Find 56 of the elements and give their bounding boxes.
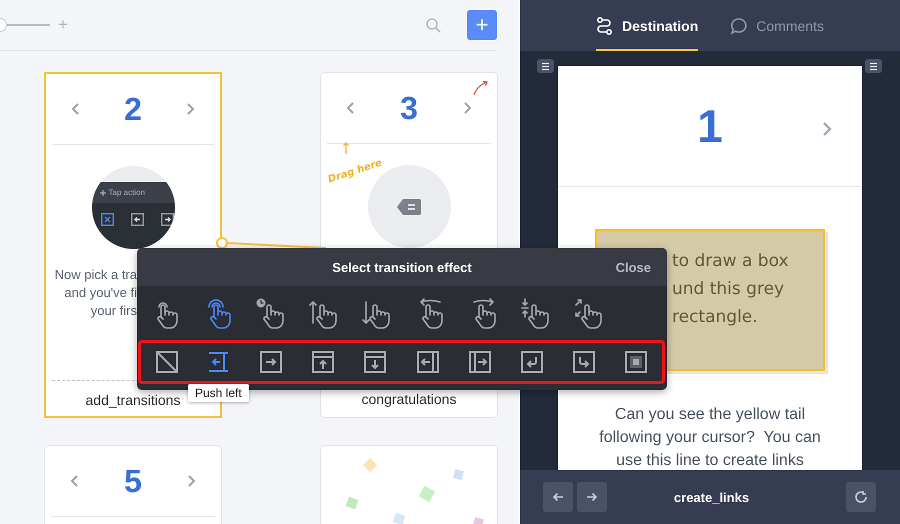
card-description-line: and you've fi	[63, 284, 137, 302]
note-text-line: rectangle.	[672, 306, 759, 329]
zoom-slider[interactable]	[0, 18, 50, 32]
next-chevron-icon[interactable]	[186, 103, 194, 115]
slide-right-icon[interactable]	[259, 350, 284, 374]
menu-icon	[868, 60, 879, 72]
plus-icon	[100, 190, 106, 196]
curved-arrow-icon	[473, 80, 489, 96]
close-link[interactable]: Close	[616, 260, 651, 275]
card-description-line: Now pick a tra	[54, 266, 137, 284]
note-text-line: to draw a box	[672, 250, 790, 273]
previous-chevron-icon[interactable]	[71, 475, 79, 487]
tag-icon	[397, 198, 421, 214]
left-arrow-square-icon	[130, 213, 144, 226]
left-arrow-icon	[552, 492, 564, 502]
slide-down-icon[interactable]	[363, 350, 388, 374]
card-description-line: your firs	[90, 302, 137, 320]
screen-number: 2	[124, 90, 142, 128]
comment-icon	[730, 16, 748, 34]
screen-card[interactable]: 5	[44, 445, 222, 524]
previous-chevron-icon[interactable]	[347, 102, 355, 114]
drag-hint: Drag here	[326, 158, 384, 186]
menu-handle[interactable]	[865, 59, 882, 73]
right-arrow-icon	[586, 492, 598, 502]
slide-up-icon[interactable]	[311, 350, 336, 374]
menu-icon	[540, 60, 551, 72]
add-button[interactable]: +	[467, 10, 497, 40]
screen-title: create_links	[672, 490, 750, 504]
note-text-line: und this grey	[672, 278, 786, 301]
tab[interactable]: Destination	[596, 0, 698, 51]
flip-right-icon[interactable]	[572, 350, 596, 374]
reveal-right-icon[interactable]	[468, 350, 492, 374]
instruction-text: Can you see the yellow tail following your cursor? You can use this line to create links	[598, 405, 822, 470]
no-transition-icon[interactable]	[155, 350, 180, 374]
up-arrow-icon	[343, 142, 349, 154]
next-chevron-icon[interactable]	[186, 475, 195, 487]
flip-left-icon[interactable]	[520, 350, 544, 374]
screen-number: 1	[697, 99, 723, 153]
slide-left-icon[interactable]	[416, 350, 440, 374]
fade-icon[interactable]	[624, 350, 648, 374]
back-button[interactable]	[543, 482, 573, 512]
screen-number: 5	[124, 462, 142, 500]
close-square-icon	[100, 213, 114, 226]
route-icon	[596, 16, 614, 34]
refresh-icon	[854, 490, 868, 504]
screen-number: 3	[400, 90, 418, 126]
tab[interactable]: Comments	[730, 0, 824, 51]
preview-label: Tap action	[108, 188, 145, 197]
popup-title: Select transition effect	[332, 260, 472, 274]
right-arrow-square-icon	[160, 213, 174, 226]
next-chevron-icon[interactable]	[462, 102, 471, 114]
previous-chevron-icon[interactable]	[72, 103, 80, 115]
menu-handle[interactable]	[537, 59, 554, 73]
forward-button[interactable]	[577, 482, 607, 512]
refresh-button[interactable]	[846, 482, 876, 512]
tooltip: Push left	[188, 384, 249, 402]
